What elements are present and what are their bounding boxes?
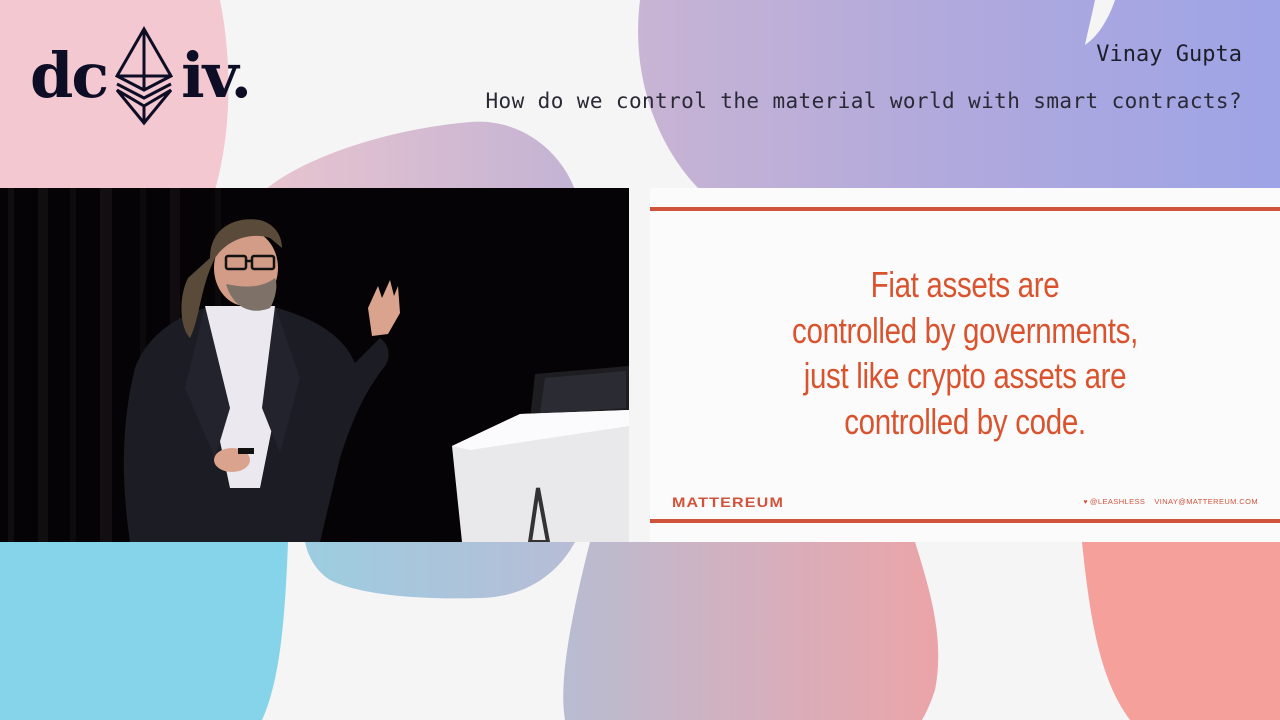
twitter-handle: @LEASHLESS: [1089, 497, 1146, 506]
logo-text-left: dc: [30, 39, 109, 112]
slide-line: controlled by governments,: [792, 309, 1138, 351]
blob-bottom-mid: [563, 542, 939, 720]
blob-bowl: [305, 542, 575, 599]
speaker-person: [123, 219, 400, 542]
blob-coral: [1082, 542, 1280, 720]
slide-bottom-rule: [650, 519, 1280, 523]
speaker-video-feed: [0, 188, 629, 542]
logo-text-right: iv.: [181, 39, 252, 112]
heart-icon: ♥: [1083, 499, 1088, 506]
blob-mid: [265, 121, 575, 190]
slide-email: VINAY@MATTEREUM.COM: [1154, 497, 1258, 506]
blob-cyan: [0, 542, 288, 720]
talk-title: How do we control the material world wit…: [485, 89, 1242, 113]
video-frame: [8, 188, 629, 542]
event-logo: dc iv.: [30, 26, 252, 126]
slide-twitter: ♥ @LEASHLESS: [1083, 497, 1145, 506]
slide-line: Fiat assets are: [870, 264, 1060, 305]
speaker-name: Vinay Gupta: [1096, 42, 1242, 67]
slide-line: controlled by code.: [844, 400, 1086, 442]
mattereum-logo: MATTEREUM: [672, 494, 785, 510]
slide-quote: Fiat assets are controlled by government…: [707, 262, 1224, 444]
slide-top-rule: [650, 207, 1280, 211]
slide-line: just like crypto assets are: [803, 355, 1127, 396]
podium: [452, 410, 629, 542]
slide-contact-info: ♥ @LEASHLESS VINAY@MATTEREUM.COM: [1083, 497, 1258, 506]
ethereum-diamond-icon: [115, 26, 174, 126]
presentation-slide: Fiat assets are controlled by government…: [650, 188, 1280, 542]
